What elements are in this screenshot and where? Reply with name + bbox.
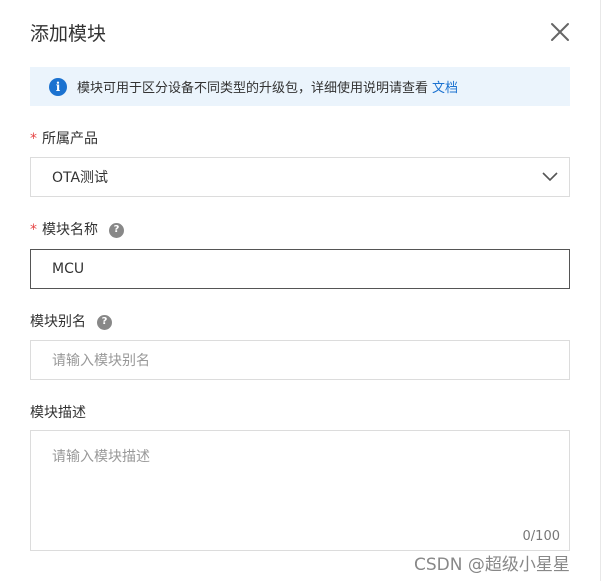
close-button[interactable] [548, 20, 572, 44]
info-notice: i 模块可用于区分设备不同类型的升级包，详细使用说明请查看 文档 [30, 67, 570, 106]
product-select-value: OTA测试 [52, 170, 109, 186]
required-mark: * [30, 131, 37, 147]
required-mark: * [30, 222, 37, 238]
question-icon[interactable]: ? [109, 222, 124, 238]
module-name-value: MCU [52, 261, 85, 277]
module-name-input[interactable]: MCU [30, 249, 570, 289]
close-icon [551, 23, 569, 41]
product-label-text: 所属产品 [42, 131, 98, 147]
watermark: CSDN @超级小星星 [414, 555, 570, 575]
module-name-label: * 模块名称 ? [30, 220, 124, 240]
chevron-down-icon [542, 172, 558, 182]
notice-text: 模块可用于区分设备不同类型的升级包，详细使用说明请查看 [77, 81, 429, 96]
module-desc-textarea[interactable]: 请输入模块描述 0/100 [30, 430, 570, 551]
module-desc-placeholder: 请输入模块描述 [52, 449, 150, 465]
product-label: * 所属产品 [30, 129, 98, 149]
docs-link[interactable]: 文档 [432, 77, 458, 96]
module-alias-input[interactable]: 请输入模块别名 [30, 340, 570, 380]
module-alias-label: 模块别名 ? [30, 312, 112, 332]
module-alias-label-text: 模块别名 [30, 314, 86, 330]
module-desc-label-text: 模块描述 [30, 405, 86, 421]
info-icon: i [49, 77, 67, 96]
module-desc-label: 模块描述 [30, 403, 86, 423]
module-name-label-text: 模块名称 [42, 222, 98, 238]
product-select[interactable]: OTA测试 [30, 157, 570, 197]
question-icon[interactable]: ? [97, 314, 112, 330]
add-module-dialog: 添加模块 i 模块可用于区分设备不同类型的升级包，详细使用说明请查看 文档 * … [0, 0, 601, 581]
dialog-title: 添加模块 [30, 23, 107, 45]
char-counter: 0/100 [522, 529, 560, 544]
module-alias-placeholder: 请输入模块别名 [52, 353, 150, 369]
